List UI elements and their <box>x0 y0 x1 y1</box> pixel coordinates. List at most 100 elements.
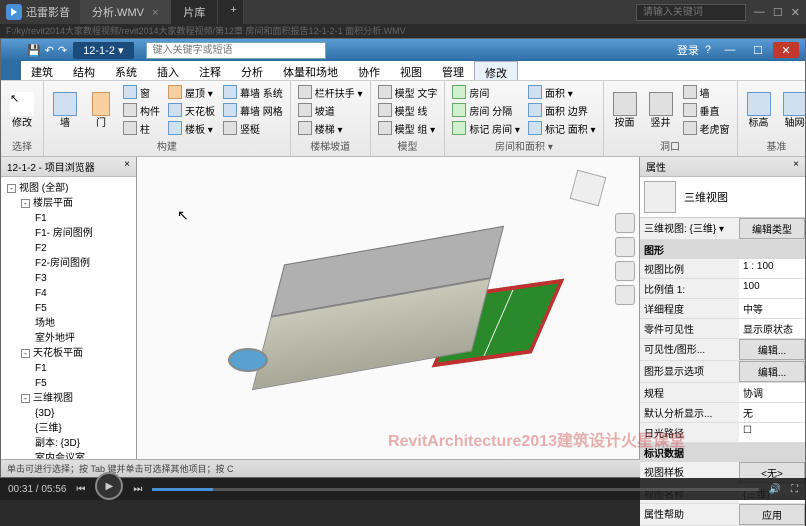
tree-node[interactable]: F5 <box>3 301 134 316</box>
pan-icon[interactable] <box>615 237 635 257</box>
room-sep-button[interactable]: 房间 分隔 <box>449 102 523 119</box>
curtain-sys-button[interactable]: 幕墙 系统 <box>220 84 286 101</box>
ceiling-button[interactable]: 天花板 <box>165 102 218 119</box>
ribbon-tab-manage[interactable]: 管理 <box>432 61 474 80</box>
tree-node[interactable]: F4 <box>3 286 134 301</box>
ribbon-tab-annot[interactable]: 注释 <box>189 61 231 80</box>
grid-button[interactable]: 轴网 <box>778 83 805 137</box>
qat-undo-icon[interactable]: ↶ <box>45 44 54 57</box>
play-button[interactable]: ▶ <box>95 472 123 500</box>
level-button[interactable]: 标高 <box>742 83 776 137</box>
tab-add[interactable]: + <box>218 0 244 24</box>
floor-button[interactable]: 楼板 ▾ <box>165 120 218 137</box>
qat-redo-icon[interactable]: ↷ <box>58 44 67 57</box>
prop-row[interactable]: 视图比例1 : 100 <box>640 259 805 279</box>
qat-save-icon[interactable]: 💾 <box>27 44 41 57</box>
tree-node[interactable]: F2 <box>3 241 134 256</box>
column-button[interactable]: 柱 <box>120 120 163 137</box>
tree-node[interactable]: F2-房间图例 <box>3 256 134 271</box>
apply-button[interactable]: 应用 <box>739 504 805 525</box>
modify-tool-button[interactable]: ↖修改 <box>5 83 39 137</box>
viewport-3d[interactable]: ↖ <box>137 157 639 459</box>
tree-node[interactable]: {三维} <box>3 421 134 436</box>
tree-node[interactable]: F1 <box>3 361 134 376</box>
ribbon-tab-modify[interactable]: 修改 <box>474 61 518 80</box>
ribbon-tab-mass[interactable]: 体量和场地 <box>273 61 348 80</box>
edit-type-button[interactable]: 编辑类型 <box>739 218 805 239</box>
tree-node[interactable]: 室外地坪 <box>3 331 134 346</box>
progress-bar[interactable] <box>152 488 758 491</box>
mullion-button[interactable]: 竖梃 <box>220 120 286 137</box>
login-link[interactable]: 登录 <box>677 42 699 58</box>
help-icon[interactable]: ? <box>705 44 711 56</box>
railing-button[interactable]: 栏杆扶手 ▾ <box>295 84 366 101</box>
min-icon[interactable]: — <box>754 6 765 19</box>
zoom-icon[interactable] <box>615 261 635 281</box>
tree-node[interactable]: -天花板平面 <box>3 346 134 361</box>
close-icon[interactable]: ✕ <box>791 6 800 19</box>
model-line-button[interactable]: 模型 线 <box>375 102 441 119</box>
tag-area-button[interactable]: 标记 面积 ▾ <box>525 120 599 137</box>
next-icon[interactable]: ⏭ <box>133 484 142 495</box>
tree-node[interactable]: F5 <box>3 376 134 391</box>
tree-node[interactable]: {3D} <box>3 406 134 421</box>
dormer-button[interactable]: 老虎窗 <box>680 120 733 137</box>
ribbon-tab-arch[interactable]: 建筑 <box>21 61 63 80</box>
ribbon-tab-insert[interactable]: 插入 <box>147 61 189 80</box>
prop-row[interactable]: 图形显示选项编辑... <box>640 361 805 383</box>
app-max-icon[interactable]: ☐ <box>745 42 771 58</box>
tree-node[interactable]: -三维视图 <box>3 391 134 406</box>
tree-node[interactable]: F3 <box>3 271 134 286</box>
ribbon-tab-sys[interactable]: 系统 <box>105 61 147 80</box>
player-search-input[interactable] <box>636 4 746 21</box>
section-graphics[interactable]: 图形 <box>640 240 805 259</box>
tree-node[interactable]: 室内会议室 <box>3 451 134 459</box>
tab-close-icon[interactable]: × <box>152 7 158 19</box>
browser-header[interactable]: 12-1-2 - 项目浏览器× <box>1 157 136 177</box>
prop-row[interactable]: 比例值 1:100 <box>640 279 805 299</box>
component-button[interactable]: 构件 <box>120 102 163 119</box>
model-text-button[interactable]: 模型 文字 <box>375 84 441 101</box>
prop-row[interactable]: 规程协调 <box>640 383 805 403</box>
view-cube[interactable] <box>567 167 609 209</box>
tag-room-button[interactable]: 标记 房间 ▾ <box>449 120 523 137</box>
prop-row[interactable]: 详细程度中等 <box>640 299 805 319</box>
props-header[interactable]: 属性× <box>640 157 805 177</box>
area-bound-button[interactable]: 面积 边界 <box>525 102 599 119</box>
room-button[interactable]: 房间 <box>449 84 523 101</box>
roof-button[interactable]: 屋顶 ▾ <box>165 84 218 101</box>
nav-wheel-icon[interactable] <box>615 213 635 233</box>
window-button[interactable]: 窗 <box>120 84 163 101</box>
fullscreen-icon[interactable]: ⛶ <box>791 484 798 495</box>
shaft-button[interactable]: 竖井 <box>644 83 678 137</box>
prop-row[interactable]: 默认分析显示...无 <box>640 403 805 423</box>
orbit-icon[interactable] <box>615 285 635 305</box>
tree-node[interactable]: 场地 <box>3 316 134 331</box>
prev-icon[interactable]: ⏮ <box>76 484 85 495</box>
volume-icon[interactable]: 🔊 <box>769 484 781 495</box>
project-tree[interactable]: -视图 (全部) -楼层平面F1F1- 房间图例F2F2-房间图例F3F4F5场… <box>1 177 136 459</box>
family-selector[interactable]: 三维视图: {三维} ▾ <box>640 218 739 239</box>
max-icon[interactable]: ☐ <box>773 6 783 19</box>
help-search-input[interactable] <box>146 42 326 59</box>
wall-open-button[interactable]: 墙 <box>680 84 733 101</box>
tree-node[interactable]: F1 <box>3 211 134 226</box>
model-group-button[interactable]: 模型 组 ▾ <box>375 120 441 137</box>
byface-button[interactable]: 按面 <box>608 83 642 137</box>
vert-open-button[interactable]: 垂直 <box>680 102 733 119</box>
prop-row[interactable]: 零件可见性显示原状态 <box>640 319 805 339</box>
app-min-icon[interactable]: — <box>717 42 743 58</box>
area-button[interactable]: 面积 ▾ <box>525 84 599 101</box>
doc-name[interactable]: 12-1-2 ▾ <box>73 42 133 59</box>
stair-button[interactable]: 楼梯 ▾ <box>295 120 366 137</box>
door-button[interactable]: 门 <box>84 83 118 137</box>
ribbon-tab-struct[interactable]: 结构 <box>63 61 105 80</box>
curtain-grid-button[interactable]: 幕墙 网格 <box>220 102 286 119</box>
tree-node[interactable]: F1- 房间图例 <box>3 226 134 241</box>
tree-node[interactable]: 副本: {3D} <box>3 436 134 451</box>
ribbon-tab-collab[interactable]: 协作 <box>348 61 390 80</box>
wall-button[interactable]: 墙 <box>48 83 82 137</box>
ribbon-tab-analyze[interactable]: 分析 <box>231 61 273 80</box>
ribbon-tab-view[interactable]: 视图 <box>390 61 432 80</box>
tab-library[interactable]: 片库 <box>171 0 218 24</box>
